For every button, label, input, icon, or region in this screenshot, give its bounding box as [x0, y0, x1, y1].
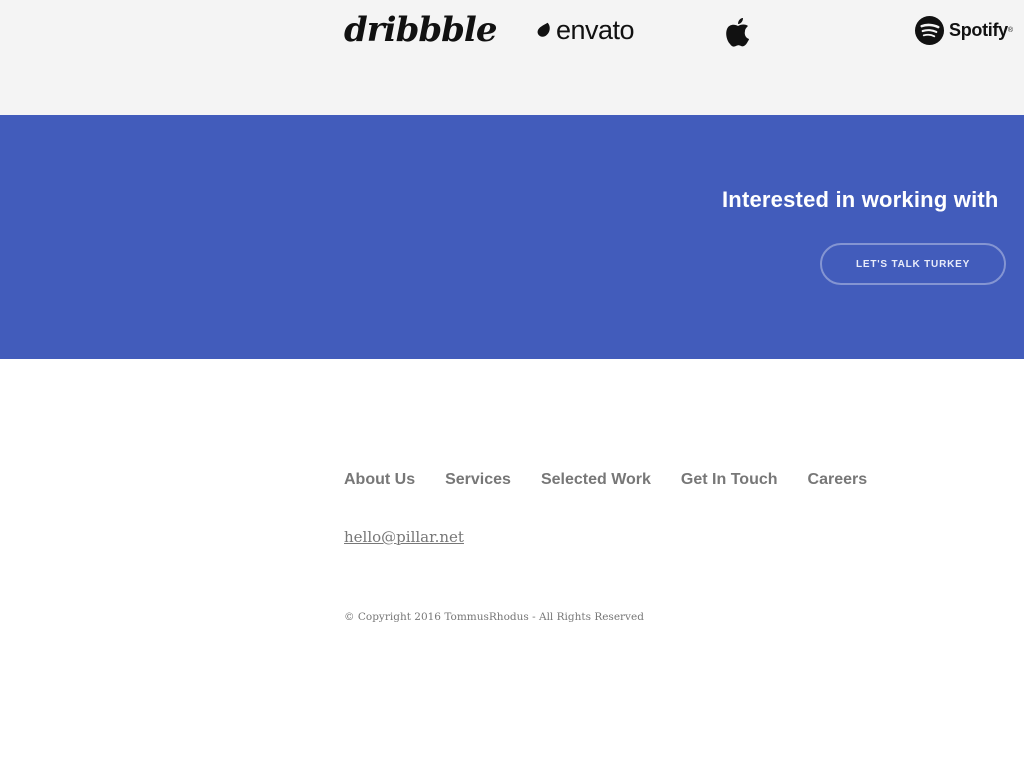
footer-link-get-in-touch[interactable]: Get In Touch — [681, 471, 778, 489]
envato-leaf-icon — [537, 22, 550, 37]
contact-email-link[interactable]: hello@pillar.net — [344, 528, 464, 546]
footer-link-services[interactable]: Services — [445, 471, 511, 489]
apple-icon — [726, 18, 749, 47]
dribbble-logo-text: dribbble — [344, 10, 497, 50]
footer-link-about-us[interactable]: About Us — [344, 471, 415, 489]
envato-logo-text: envato — [556, 14, 635, 45]
spotify-logo: Spotify ® — [914, 12, 1013, 48]
spotify-registered-mark: ® — [1007, 26, 1013, 34]
spotify-logo-text: Spotify — [949, 19, 1008, 40]
apple-logo — [724, 14, 752, 50]
envato-logo: envato — [535, 12, 635, 48]
cta-heading: Interested in working with — [722, 187, 999, 212]
copyright-text: © Copyright 2016 TommusRhodus - All Righ… — [344, 611, 644, 623]
spotify-circle-icon — [914, 15, 945, 45]
footer-link-selected-work[interactable]: Selected Work — [541, 471, 651, 489]
footer-nav: About Us Services Selected Work Get In T… — [344, 471, 897, 489]
lets-talk-button[interactable]: LET'S TALK TURKEY — [820, 243, 1006, 285]
contact-cta-band: Interested in working with LET'S TALK TU… — [0, 115, 1024, 359]
client-logos-band: dribbble envato Spotify ® — [0, 0, 1024, 115]
footer-link-careers[interactable]: Careers — [808, 471, 868, 489]
dribbble-logo: dribbble — [344, 10, 497, 50]
